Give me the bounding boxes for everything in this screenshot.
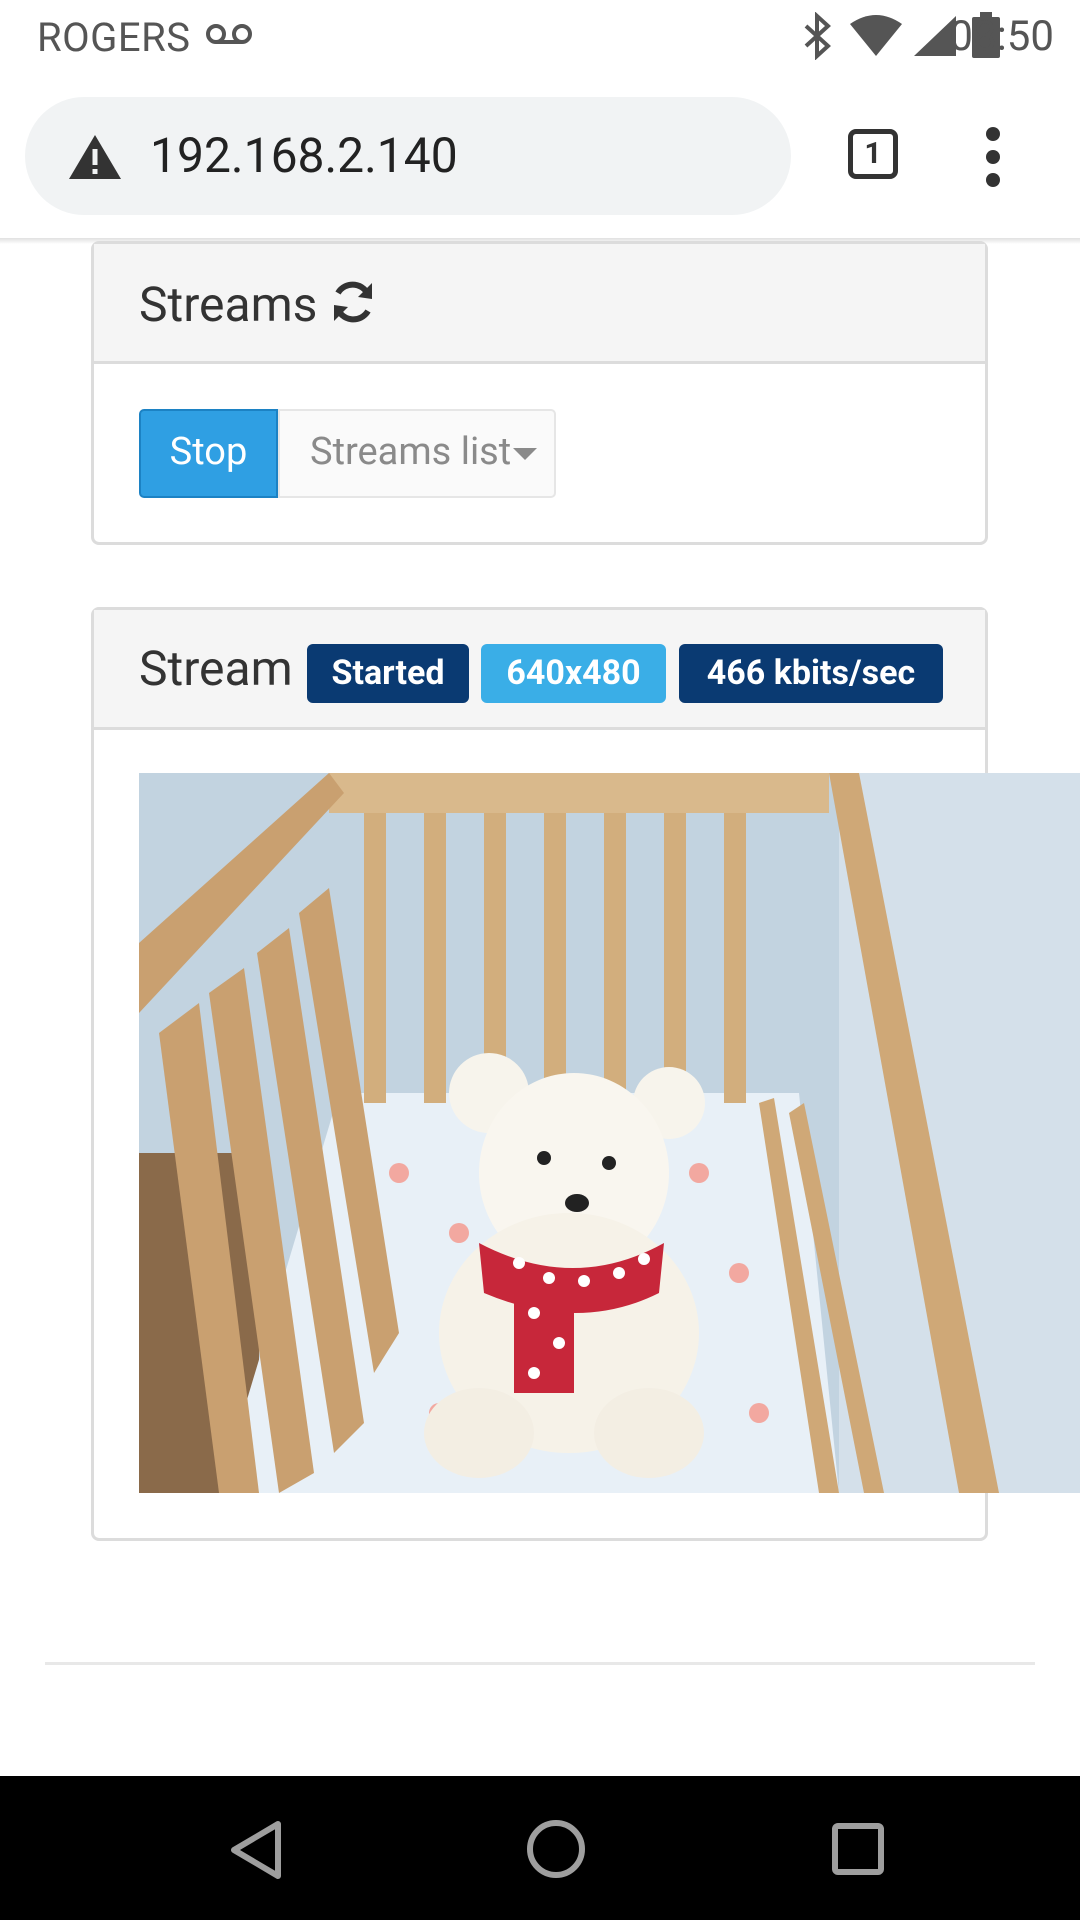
stream-title: Stream [139,640,293,697]
tab-switcher-button[interactable]: 1 [848,129,898,179]
resolution-badge: 640x480 [481,644,666,703]
refresh-icon[interactable] [330,279,376,325]
warning-icon[interactable] [67,133,123,181]
clock: 08:50 [949,12,1054,61]
streams-list-dropdown[interactable]: Streams list [278,409,556,498]
stream-panel: Stream Started 640x480 466 kbits/sec [91,607,1080,1541]
back-icon[interactable] [228,1819,284,1881]
address-bar[interactable]: 192.168.2.140 [25,97,791,215]
streams-title: Streams [139,276,318,333]
caret-down-icon [513,447,538,460]
browser-toolbar: 192.168.2.140 1 [0,72,1080,240]
wifi-icon [850,15,902,56]
menu-dot [986,150,1000,164]
navigation-bar [0,1776,1080,1920]
url-text[interactable]: 192.168.2.140 [150,127,458,184]
video-frame [139,773,1080,1493]
status-badge: Started [307,644,469,703]
stop-button[interactable]: Stop [139,409,278,498]
voicemail-icon [206,24,252,44]
streams-panel: Streams Stop Streams list [91,241,988,545]
teddy-bear [424,1053,705,1478]
menu-dot [986,173,1000,187]
streams-list-label: Streams list [310,430,512,474]
bluetooth-icon [804,12,831,60]
bitrate-badge: 466 kbits/sec [679,644,943,703]
stream-panel-heading: Stream Started 640x480 466 kbits/sec [94,610,985,730]
carrier-label: ROGERS [37,14,191,61]
page-divider [45,1662,1035,1665]
recent-apps-icon[interactable] [832,1823,884,1875]
home-icon[interactable] [526,1819,586,1879]
status-bar: ROGERS 08:50 [0,0,1080,72]
streams-panel-heading: Streams [94,244,985,364]
overflow-menu-button[interactable] [986,127,1000,196]
menu-dot [986,127,1000,141]
video-stream[interactable] [139,773,1080,1493]
